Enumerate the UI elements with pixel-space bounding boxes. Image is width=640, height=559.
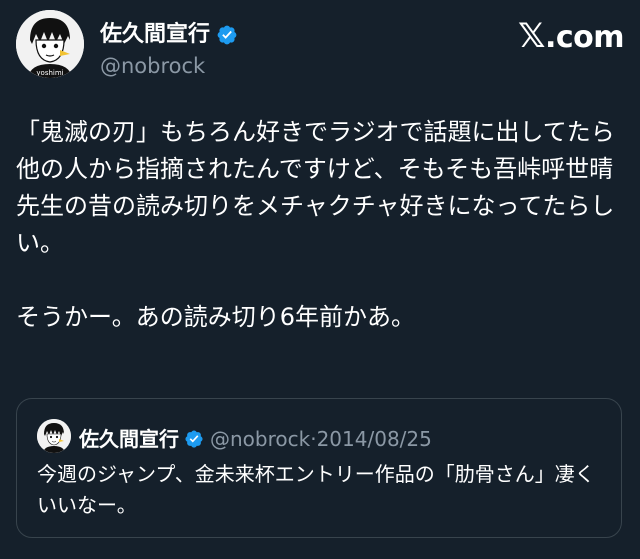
author-handle[interactable]: @nobrock <box>100 54 205 78</box>
quoted-tweet-card[interactable]: 佐久間宣行 @nobrock·2014/08/25 今週のジャンプ、金未来杯エン… <box>16 398 622 538</box>
tweet-text: 「鬼滅の刃」もちろん好きでラジオで話題に出してたら他の人から指摘されたんですけど… <box>16 114 626 336</box>
avatar-illustration-icon: yoshimi <box>16 10 84 78</box>
x-logo-icon: 𝕏 <box>518 16 545 56</box>
quoted-tweet-date[interactable]: 2014/08/25 <box>317 427 432 451</box>
site-logo[interactable]: 𝕏.com <box>518 16 624 56</box>
quoted-author-handle[interactable]: @nobrock <box>210 427 310 451</box>
avatar-caption: yoshimi <box>36 69 63 77</box>
quoted-author-name[interactable]: 佐久間宣行 <box>79 427 179 451</box>
author-avatar[interactable]: yoshimi <box>16 10 84 78</box>
quoted-author-avatar[interactable] <box>37 419 71 453</box>
quoted-tweet-text: 今週のジャンプ、金未来杯エントリー作品の「肋骨さん」凄くいいなー。 <box>37 462 595 517</box>
author-display-name[interactable]: 佐久間宣行 <box>100 16 238 48</box>
avatar-illustration-icon <box>37 419 71 453</box>
quoted-tweet-meta: 佐久間宣行 @nobrock·2014/08/25 <box>79 423 432 452</box>
site-domain: .com <box>544 20 625 55</box>
verified-badge-icon <box>185 430 203 448</box>
author-name-text[interactable]: 佐久間宣行 <box>100 22 210 47</box>
tweet-paragraph: 「鬼滅の刃」もちろん好きでラジオで話題に出してたら他の人から指摘されたんですけど… <box>16 118 615 257</box>
tweet-header: yoshimi 佐久間宣行 @nobrock 𝕏.com <box>16 10 625 78</box>
verified-badge-icon <box>217 25 237 45</box>
tweet-paragraph: そうかー。あの読み切り6年前かあ。 <box>16 303 416 331</box>
